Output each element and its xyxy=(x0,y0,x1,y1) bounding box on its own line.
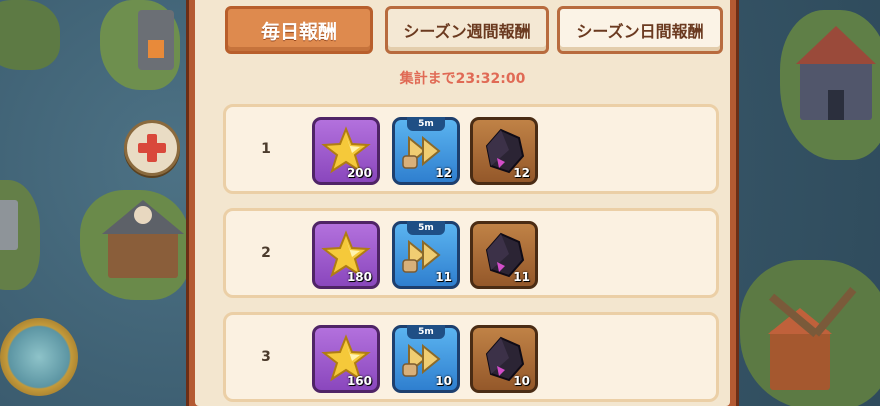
tab-season-daily-reward-label: シーズン日間報酬 xyxy=(576,22,704,41)
reward-panel: 毎日報酬 シーズン週間報酬 シーズン日間報酬 集計まで23:32:00 1 20… xyxy=(186,0,739,406)
reward-quantity: 180 xyxy=(346,270,372,284)
compass-clock-icon[interactable] xyxy=(0,318,78,396)
windmill-building[interactable] xyxy=(768,308,832,390)
reward-quantity: 200 xyxy=(346,166,372,180)
countdown-timer: 集計まで23:32:00 xyxy=(399,71,526,87)
dark-crystal-icon[interactable]: 10 xyxy=(470,325,538,393)
reward-quantity: 12 xyxy=(513,166,530,180)
reward-quantity: 11 xyxy=(435,270,452,284)
star-icon[interactable]: 160 xyxy=(312,325,380,393)
reward-row: 2 180 5m 11 11 xyxy=(223,208,719,298)
speedup-icon[interactable]: 5m 10 xyxy=(392,325,460,393)
castle-building[interactable] xyxy=(796,26,876,120)
reward-panel-body: 毎日報酬 シーズン週間報酬 シーズン日間報酬 集計まで23:32:00 1 20… xyxy=(195,0,730,406)
rank-number: 1 xyxy=(261,141,271,157)
reward-quantity: 10 xyxy=(513,374,530,388)
tab-daily-reward[interactable]: 毎日報酬 xyxy=(225,6,373,54)
speedup-icon[interactable]: 5m 12 xyxy=(392,117,460,185)
reward-quantity: 10 xyxy=(435,374,452,388)
tab-season-daily-reward[interactable]: シーズン日間報酬 xyxy=(557,6,723,54)
house-building[interactable] xyxy=(102,200,184,278)
tab-season-weekly-reward[interactable]: シーズン週間報酬 xyxy=(385,6,549,54)
reward-row: 1 200 5m 12 12 xyxy=(223,104,719,194)
dark-crystal-icon[interactable]: 12 xyxy=(470,117,538,185)
tab-daily-reward-label: 毎日報酬 xyxy=(260,20,337,43)
star-icon[interactable]: 200 xyxy=(312,117,380,185)
rank-number: 2 xyxy=(261,245,271,261)
speedup-icon[interactable]: 5m 11 xyxy=(392,221,460,289)
tower-building[interactable] xyxy=(138,10,174,70)
reward-quantity: 12 xyxy=(435,166,452,180)
build-plus-button[interactable] xyxy=(124,120,180,176)
reward-row: 3 160 5m 10 10 xyxy=(223,312,719,402)
rank-number: 3 xyxy=(261,349,271,365)
reward-quantity: 160 xyxy=(346,374,372,388)
tab-season-weekly-reward-label: シーズン週間報酬 xyxy=(403,22,531,41)
dark-crystal-icon[interactable]: 11 xyxy=(470,221,538,289)
star-icon[interactable]: 180 xyxy=(312,221,380,289)
reward-tabs: 毎日報酬 シーズン週間報酬 シーズン日間報酬 xyxy=(225,6,723,54)
reward-quantity: 11 xyxy=(513,270,530,284)
